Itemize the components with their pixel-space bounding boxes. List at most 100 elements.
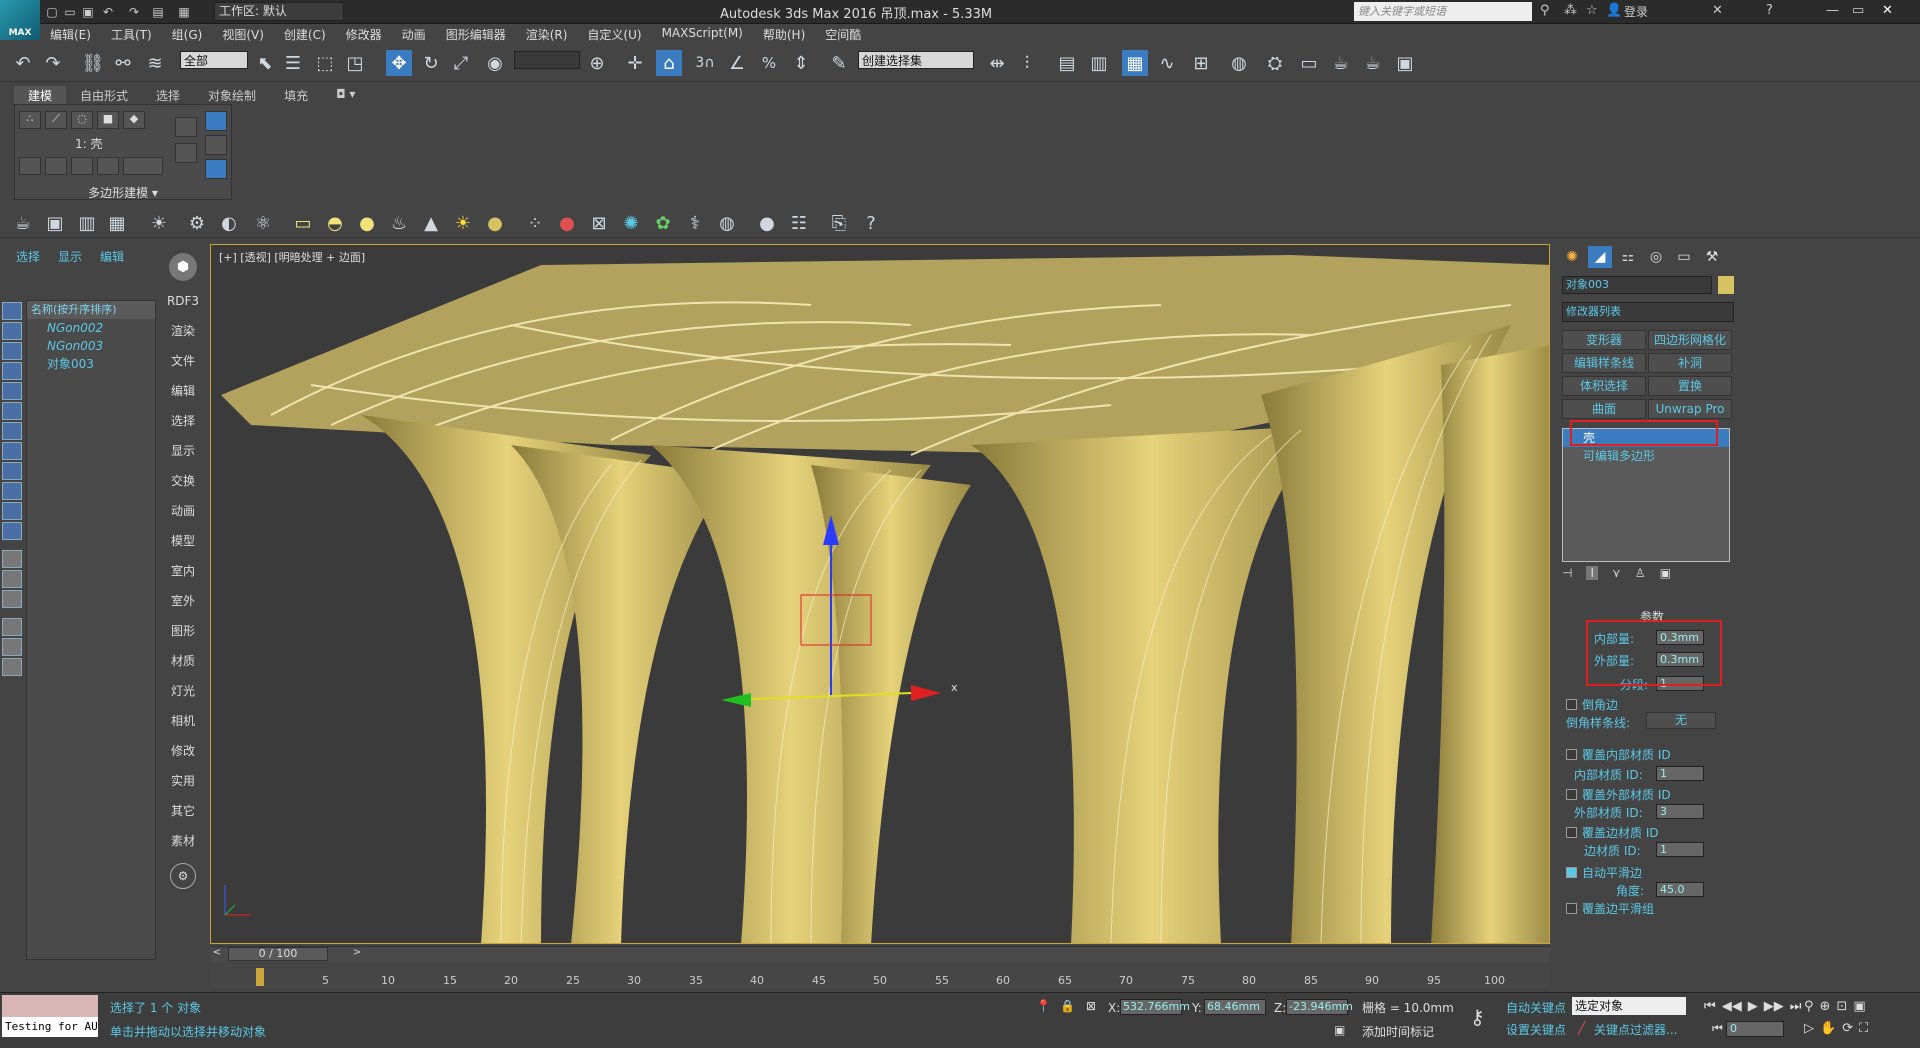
display-invert-icon[interactable] xyxy=(2,342,22,360)
object-name-field[interactable]: 对象003 xyxy=(1562,276,1712,294)
cmd-exchange[interactable]: 交换 xyxy=(160,466,206,496)
create-tab-icon[interactable]: ✺ xyxy=(1560,246,1584,268)
mirror-icon[interactable]: ⇹ xyxy=(984,50,1010,76)
menu-edit[interactable]: 编辑(E) xyxy=(40,24,101,44)
vertex-icon[interactable]: ∴ xyxy=(19,111,41,129)
ribbon-side-icon[interactable] xyxy=(175,117,197,137)
new-file-icon[interactable]: ▢ xyxy=(44,3,60,21)
utilities-tab-icon[interactable]: ⚒ xyxy=(1700,246,1724,268)
cone-icon[interactable]: ▲ xyxy=(418,210,444,236)
tab-edit[interactable]: 编辑 xyxy=(100,244,124,270)
checkbox[interactable] xyxy=(1566,827,1577,838)
bevel-edges-checkbox[interactable]: 倒角边 xyxy=(1566,696,1618,713)
next-frame-icon[interactable]: > xyxy=(350,947,364,961)
modifier-button[interactable]: 置换 xyxy=(1648,376,1732,396)
keyboard-shortcut-override-icon[interactable]: ⌂ xyxy=(656,50,682,76)
rendered-frame-icon[interactable]: ▭ xyxy=(1296,50,1322,76)
inner-mat-spinner[interactable]: 1 xyxy=(1656,766,1704,781)
unlink-icon[interactable]: ⚯ xyxy=(110,50,136,76)
override-smooth-checkbox[interactable]: 覆盖边平滑组 xyxy=(1566,900,1654,917)
menu-kongjianku[interactable]: 空间酷 xyxy=(815,24,871,44)
close-button[interactable]: ✕ xyxy=(1882,3,1893,18)
groups-filter-icon[interactable] xyxy=(2,482,22,500)
y-coordinate-field[interactable]: 68.46mm xyxy=(1204,999,1266,1015)
graphite-ribbon-icon[interactable]: ▥ xyxy=(1086,50,1112,76)
ribbon-tool-icon[interactable] xyxy=(45,157,67,175)
teapot-icon[interactable]: ☕ xyxy=(10,210,36,236)
list-item[interactable]: 对象003 xyxy=(27,355,155,373)
set-key-button[interactable]: 设置关键点 xyxy=(1506,1021,1566,1038)
material-editor-icon[interactable]: ◍ xyxy=(1226,50,1252,76)
tab-freeform[interactable]: 自由形式 xyxy=(66,86,142,104)
percent-snap-icon[interactable]: % xyxy=(756,50,782,76)
selection-filter-dropdown[interactable]: 全部 xyxy=(180,51,248,69)
menu-views[interactable]: 视图(V) xyxy=(212,24,274,44)
project-folder-icon[interactable]: ▤ xyxy=(150,3,166,21)
ribbon-options-icon[interactable]: ◘ ▾ xyxy=(322,86,369,104)
list-item[interactable]: NGon003 xyxy=(27,337,155,355)
menu-create[interactable]: 创建(C) xyxy=(274,24,336,44)
configure-sets-icon[interactable]: ▣ xyxy=(1660,566,1671,580)
time-slider[interactable]: < 0 / 100 > xyxy=(210,946,1550,962)
x-coordinate-field[interactable]: 532.766mm xyxy=(1120,999,1190,1015)
add-time-tag[interactable]: 添加时间标记 xyxy=(1362,1023,1434,1040)
cmd-modify[interactable]: 修改 xyxy=(160,736,206,766)
bevel-spline-button[interactable]: 无 xyxy=(1646,712,1716,729)
key-filters-button[interactable]: 关键点过滤器... xyxy=(1594,1021,1677,1038)
time-tag-icon[interactable]: ▣ xyxy=(1334,1023,1345,1037)
select-and-rotate-icon[interactable]: ↻ xyxy=(418,50,444,76)
tab-select[interactable]: 选择 xyxy=(16,244,40,270)
settings-gear-icon[interactable]: ⚙ xyxy=(160,856,206,896)
menu-tools[interactable]: 工具(T) xyxy=(101,24,162,44)
zoom-extents-all-icon[interactable]: ▣ xyxy=(1853,999,1865,1014)
zoom-all-icon[interactable]: ⊕ xyxy=(1820,999,1831,1014)
cmd-indoor[interactable]: 室内 xyxy=(160,556,206,586)
modifier-button[interactable]: 四边形网格化 xyxy=(1648,330,1732,350)
ribbon-side-icon[interactable] xyxy=(205,159,227,179)
ribbon-side-icon[interactable] xyxy=(205,111,227,131)
edge-mat-spinner[interactable]: 1 xyxy=(1656,842,1704,857)
zoom-extents-icon[interactable]: ⊡ xyxy=(1836,999,1847,1014)
reference-coordinate-dropdown[interactable] xyxy=(514,51,580,69)
panel-icon[interactable]: ▥ xyxy=(74,210,100,236)
cmd-select[interactable]: 选择 xyxy=(160,406,206,436)
remove-modifier-icon[interactable]: ♙ xyxy=(1635,566,1646,580)
cmd-model[interactable]: 模型 xyxy=(160,526,206,556)
rectangle-selection-icon[interactable]: ⬚ xyxy=(312,50,338,76)
modify-tab-icon[interactable]: ◢ xyxy=(1588,246,1612,268)
shapes-filter-icon[interactable] xyxy=(2,382,22,400)
current-frame-field[interactable]: 0 xyxy=(1726,1021,1784,1037)
previous-frame-icon[interactable]: ◀◀ xyxy=(1722,999,1742,1014)
auto-smooth-checkbox[interactable]: 自动平滑边 xyxy=(1566,864,1642,881)
app-logo[interactable]: MAX xyxy=(0,0,40,40)
menu-graph-editors[interactable]: 图形编辑器 xyxy=(436,24,516,44)
cmd-utility[interactable]: 实用 xyxy=(160,766,206,796)
menu-rendering[interactable]: 渲染(R) xyxy=(516,24,578,44)
layer-manager-icon[interactable]: ▤ xyxy=(1054,50,1080,76)
checkbox[interactable] xyxy=(1566,749,1577,760)
redo-icon[interactable]: ↷ xyxy=(40,50,66,76)
texture-icon[interactable]: ◍ xyxy=(714,210,740,236)
select-and-move-icon[interactable]: ✥ xyxy=(386,50,412,76)
bones-filter-icon[interactable] xyxy=(2,522,22,540)
key-filter-icon[interactable]: ╱ xyxy=(1578,1021,1585,1035)
favorites-icon[interactable]: ☆ xyxy=(1586,3,1598,18)
undo-icon[interactable]: ↶ xyxy=(100,3,116,21)
pin-stack-icon[interactable]: ⊣ xyxy=(1562,566,1572,580)
ribbon-tool-icon[interactable] xyxy=(19,157,41,175)
display-all-icon[interactable] xyxy=(2,322,22,340)
spinner-snap-icon[interactable]: ⇕ xyxy=(788,50,814,76)
z-coordinate-field[interactable]: -23.946mm xyxy=(1286,999,1353,1015)
polygon-icon[interactable]: ■ xyxy=(97,111,119,129)
curve-editor-icon[interactable]: ∿ xyxy=(1154,50,1180,76)
transform-mode-icon[interactable]: ⊠ xyxy=(1086,999,1096,1013)
cmd-light[interactable]: 灯光 xyxy=(160,676,206,706)
menu-modifiers[interactable]: 修改器 xyxy=(336,24,392,44)
tab-populate[interactable]: 填充 xyxy=(270,86,322,104)
schematic-view-icon[interactable]: ⊞ xyxy=(1188,50,1214,76)
space-warp-icon[interactable]: ⚛ xyxy=(250,210,276,236)
cmd-material[interactable]: 材质 xyxy=(160,646,206,676)
modifier-button[interactable]: Unwrap Pro xyxy=(1648,399,1732,419)
open-file-icon[interactable]: ▭ xyxy=(62,3,78,21)
element-icon[interactable]: ◆ xyxy=(123,111,145,129)
